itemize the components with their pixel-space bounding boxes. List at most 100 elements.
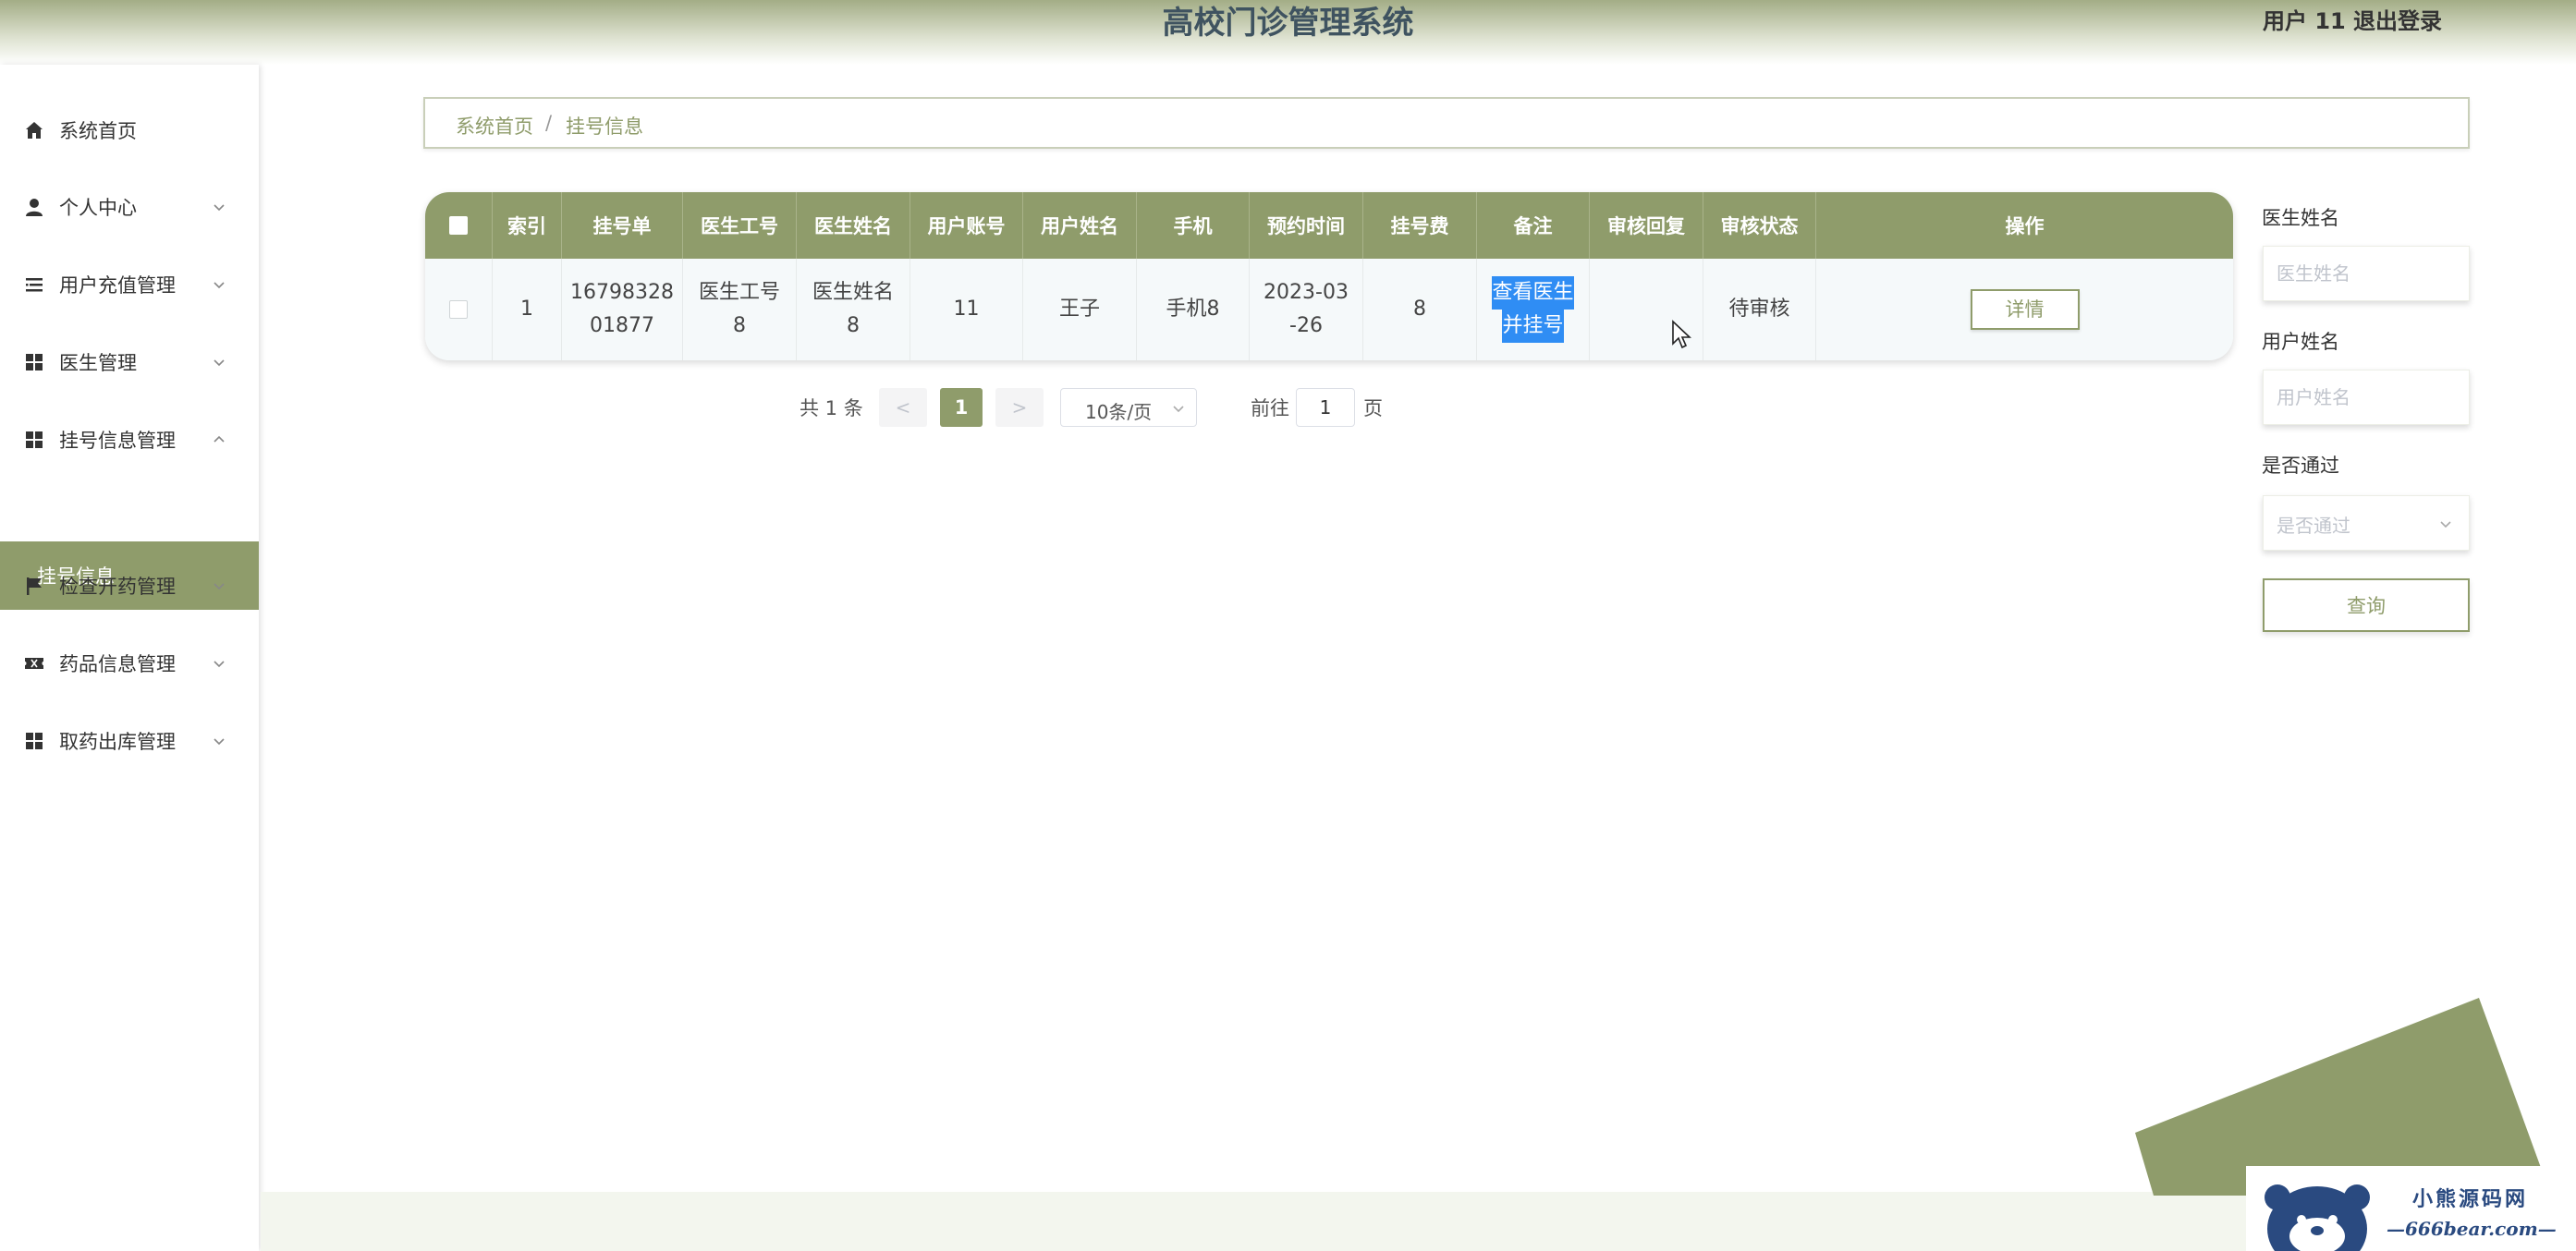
column-header: 医生工号 xyxy=(683,192,797,259)
cell-account: 11 xyxy=(910,259,1023,360)
chevron-down-icon xyxy=(214,204,225,212)
cell-remark: 查看医生 并挂号 xyxy=(1477,259,1590,360)
bear-mascot-icon xyxy=(2265,1184,2370,1251)
watermark-logo: 小熊源码网 —666bear.com— xyxy=(2246,1166,2576,1251)
mouse-cursor-icon xyxy=(1672,320,1691,349)
cell-text: 16798328 xyxy=(570,281,674,304)
cell-review-status: 待审核 xyxy=(1703,259,1816,360)
sidebar-item-label: 个人中心 xyxy=(59,197,137,219)
cell-text-selected: 并挂号 xyxy=(1502,310,1564,343)
cell-doctor-no: 医生工号 8 xyxy=(683,259,797,360)
watermark-text-en: —666bear.com— xyxy=(2387,1218,2557,1240)
breadcrumb-current: 挂号信息 xyxy=(566,115,643,138)
table-row: 1 16798328 01877 医生工号 8 医生姓名 8 11 王子 手机8… xyxy=(425,259,2233,360)
cell-appointment-time: 2023-03 -26 xyxy=(1250,259,1363,360)
cell-user-name: 王子 xyxy=(1023,259,1137,360)
column-header: 用户姓名 xyxy=(1023,192,1137,259)
sidebar-item-label: 挂号信息管理 xyxy=(59,430,176,452)
app-title: 高校门诊管理系统 xyxy=(1162,5,1414,42)
pagination-total: 共 1 条 xyxy=(800,397,863,419)
chevron-down-icon xyxy=(1173,406,1184,413)
cell-text: 医生工号 xyxy=(698,281,780,304)
column-header: 手机 xyxy=(1137,192,1250,259)
sidebar-item-label: 用户充值管理 xyxy=(59,274,176,297)
sidebar-item-label: 系统首页 xyxy=(59,120,137,142)
cell-phone: 手机8 xyxy=(1137,259,1250,360)
page-size-select[interactable]: 10条/页 xyxy=(1060,388,1197,427)
cell-index: 1 xyxy=(493,259,562,360)
home-icon xyxy=(22,118,46,142)
sidebar-item-exam-prescription[interactable]: 检查开药管理 xyxy=(0,553,259,619)
pagination-page-1[interactable]: 1 xyxy=(940,388,983,427)
footer-band xyxy=(261,1192,2576,1251)
doctor-name-input[interactable] xyxy=(2263,246,2470,301)
grid-icon xyxy=(22,350,46,374)
row-checkbox[interactable] xyxy=(449,300,468,319)
detail-button[interactable]: 详情 xyxy=(1970,289,2080,330)
logout-link[interactable]: 退出登录 xyxy=(2353,7,2442,35)
chevron-down-icon xyxy=(2440,521,2451,528)
chevron-down-icon xyxy=(214,583,225,590)
table-header: 索引 挂号单 医生工号 医生姓名 用户账号 用户姓名 手机 预约时间 挂号费 备… xyxy=(425,192,2233,259)
select-all-checkbox[interactable] xyxy=(449,216,468,235)
pagination-prev-button[interactable]: < xyxy=(879,388,927,427)
cell-fee: 8 xyxy=(1363,259,1477,360)
sidebar-item-label: 取药出库管理 xyxy=(59,731,176,753)
pagination-next-button[interactable]: > xyxy=(995,388,1044,427)
decorative-shape xyxy=(2135,998,2551,1196)
watermark-text-cn: 小熊源码网 xyxy=(2412,1187,2529,1211)
sidebar-item-drugs[interactable]: 药品信息管理 xyxy=(0,630,259,697)
cell-text: 医生姓名 xyxy=(812,281,894,304)
current-user: 用户 11 xyxy=(2263,8,2346,34)
breadcrumb: 系统首页 / 挂号信息 xyxy=(423,97,2470,149)
cell-text: 8 xyxy=(847,314,860,337)
user-name-label: 用户姓名 xyxy=(2262,331,2339,353)
pagination-page-suffix: 页 xyxy=(1363,397,1383,419)
cell-text: -26 xyxy=(1289,314,1323,337)
chevron-down-icon xyxy=(214,738,225,746)
cell-text: 2023-03 xyxy=(1264,281,1349,304)
cell-text-selected: 查看医生 xyxy=(1492,276,1574,310)
pass-status-placeholder: 是否通过 xyxy=(2277,515,2350,537)
sidebar-item-home[interactable]: 系统首页 xyxy=(0,97,259,164)
column-header: 备注 xyxy=(1477,192,1590,259)
doctor-name-label: 医生姓名 xyxy=(2262,207,2339,229)
list-icon xyxy=(22,273,46,297)
sidebar: 系统首页 个人中心 用户充值管理 医生管理 挂号信息管理 挂号信息 检查开药管理… xyxy=(0,65,259,1251)
column-header: 挂号单 xyxy=(562,192,683,259)
pass-status-select[interactable]: 是否通过 xyxy=(2263,495,2470,551)
column-header: 审核回复 xyxy=(1590,192,1703,259)
sidebar-item-profile[interactable]: 个人中心 xyxy=(0,174,259,240)
pagination-goto-input[interactable] xyxy=(1296,388,1355,427)
sidebar-item-registration[interactable]: 挂号信息管理 xyxy=(0,407,259,473)
ticket-icon xyxy=(22,651,46,675)
top-header: 高校门诊管理系统 用户 11 退出登录 xyxy=(0,0,2576,65)
chevron-down-icon xyxy=(214,359,225,367)
breadcrumb-home-link[interactable]: 系统首页 xyxy=(456,112,533,140)
page-size-value: 10条/页 xyxy=(1085,401,1153,423)
select-all-cell xyxy=(425,192,493,259)
column-header: 索引 xyxy=(493,192,562,259)
column-header: 用户账号 xyxy=(910,192,1023,259)
column-header: 挂号费 xyxy=(1363,192,1477,259)
grid-icon xyxy=(22,428,46,452)
column-header: 预约时间 xyxy=(1250,192,1363,259)
chevron-down-icon xyxy=(214,282,225,289)
cell-text: 01877 xyxy=(590,314,654,337)
breadcrumb-separator: / xyxy=(545,112,553,134)
sidebar-item-dispensing[interactable]: 取药出库管理 xyxy=(0,708,259,774)
chevron-down-icon xyxy=(214,661,225,668)
cell-doctor-name: 医生姓名 8 xyxy=(797,259,910,360)
cell-text: 8 xyxy=(733,314,746,337)
sidebar-item-recharge[interactable]: 用户充值管理 xyxy=(0,251,259,318)
sidebar-item-doctors[interactable]: 医生管理 xyxy=(0,329,259,395)
user-name-input[interactable] xyxy=(2263,370,2470,425)
flag-icon xyxy=(22,574,46,598)
query-button[interactable]: 查询 xyxy=(2263,578,2470,632)
pagination-goto-label: 前往 xyxy=(1251,397,1289,419)
cell-actions: 详情 xyxy=(1816,259,2233,360)
user-icon xyxy=(22,195,46,219)
sidebar-item-label: 药品信息管理 xyxy=(59,653,176,675)
row-select-cell xyxy=(425,259,493,360)
cell-order-no: 16798328 01877 xyxy=(562,259,683,360)
